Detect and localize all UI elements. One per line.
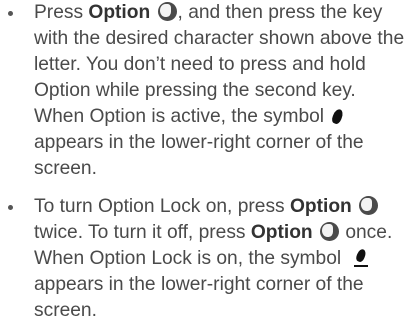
instruction-list: Press Option , and then press the key wi… — [0, 0, 411, 324]
bullet-icon — [8, 205, 13, 210]
list-item-option-lock: To turn Option Lock on, press Option twi… — [0, 194, 411, 324]
option-lock-symbol-icon — [354, 247, 369, 267]
option-key-icon — [157, 2, 177, 21]
text-segment: appears in the lower-right corner of the… — [34, 132, 364, 179]
option-key-icon — [359, 196, 379, 215]
option-key-label: Option — [250, 222, 313, 243]
text-segment: appears in the lower-right corner of the… — [34, 274, 364, 321]
option-active-symbol-icon — [330, 107, 345, 126]
option-key-icon — [320, 222, 339, 241]
option-key-label: Option — [289, 196, 352, 217]
text-segment: twice. To turn it off, press — [34, 222, 251, 243]
text-segment: Press — [34, 2, 89, 23]
list-item-option-press: Press Option , and then press the key wi… — [0, 0, 411, 182]
option-key-label: Option — [88, 2, 151, 23]
text-segment: To turn Option Lock on, press — [34, 196, 290, 217]
bullet-icon — [8, 11, 13, 16]
